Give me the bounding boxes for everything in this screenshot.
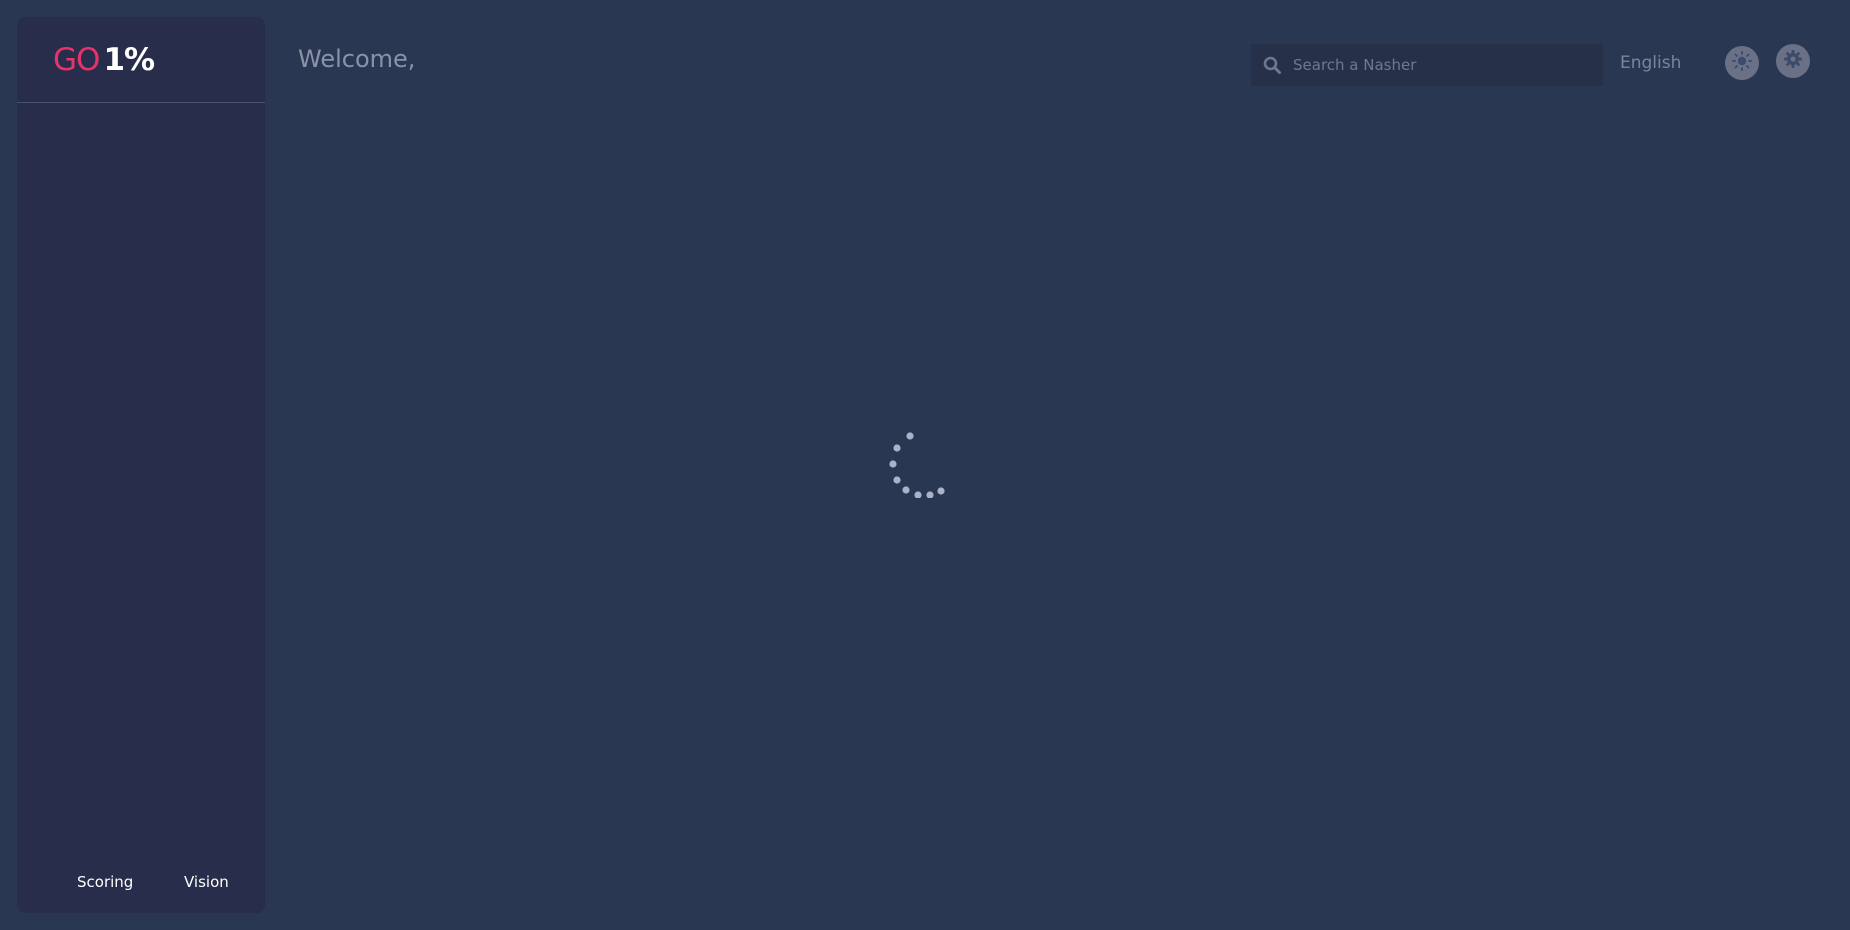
search-input[interactable]: [1283, 44, 1603, 86]
logo-percent: 1%: [103, 42, 155, 78]
logo-go: GO: [53, 42, 100, 78]
loading-spinner: [880, 428, 950, 499]
sidebar: GO 1% Scoring Vision: [17, 17, 265, 913]
gear-icon: [1783, 49, 1803, 73]
scoring-link[interactable]: Scoring: [77, 875, 133, 890]
search-icon: [1261, 54, 1283, 76]
logo[interactable]: GO 1%: [53, 42, 155, 78]
theme-toggle-button[interactable]: [1725, 46, 1759, 80]
search-box: [1251, 44, 1603, 86]
welcome-heading: Welcome,: [298, 45, 416, 73]
sun-icon: [1731, 50, 1753, 76]
settings-button[interactable]: [1776, 44, 1810, 78]
language-selector[interactable]: English: [1620, 55, 1681, 72]
sidebar-footer: Scoring Vision: [17, 875, 265, 905]
sidebar-divider: [17, 102, 265, 103]
vision-link[interactable]: Vision: [184, 875, 229, 890]
